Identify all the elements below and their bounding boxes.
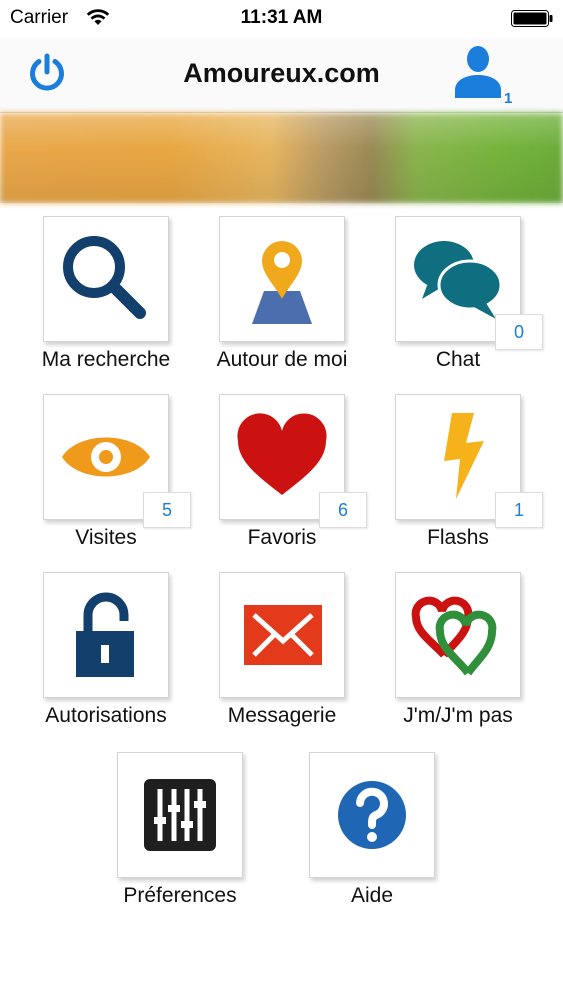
tile-box[interactable] bbox=[219, 572, 345, 698]
tile-label: Chat bbox=[435, 348, 481, 371]
tile-label: Préferences bbox=[123, 884, 237, 907]
tile-box[interactable] bbox=[309, 752, 435, 878]
tile-label: Flashs bbox=[427, 526, 489, 549]
lightning-icon bbox=[444, 413, 484, 499]
battery-icon bbox=[511, 10, 553, 27]
status-bar: Carrier 11:31 AM bbox=[0, 0, 563, 38]
tile-box[interactable] bbox=[117, 752, 243, 878]
favoris-count-badge: 6 bbox=[319, 492, 367, 528]
sliders-icon bbox=[144, 779, 216, 851]
chat-count-badge: 0 bbox=[495, 314, 543, 350]
chat-bubbles-icon bbox=[414, 241, 503, 319]
tile-box[interactable] bbox=[395, 572, 521, 698]
help-icon bbox=[338, 781, 406, 849]
tile-label: J'm/J'm pas bbox=[403, 704, 513, 727]
visites-count-badge: 5 bbox=[143, 492, 191, 528]
search-icon bbox=[63, 236, 146, 319]
profile-badge: 1 bbox=[504, 90, 513, 107]
profile-icon[interactable] bbox=[452, 42, 502, 98]
map-pin-icon bbox=[252, 241, 312, 324]
tile-box[interactable] bbox=[43, 216, 169, 342]
padlock-icon bbox=[76, 592, 134, 677]
tile-box[interactable] bbox=[43, 572, 169, 698]
eye-icon bbox=[62, 437, 150, 477]
tile-label: Aide bbox=[350, 884, 394, 907]
banner-overlay bbox=[0, 113, 563, 203]
double-heart-icon bbox=[411, 596, 497, 676]
nav-bar: Amoureux.com 1 bbox=[0, 38, 563, 113]
flashs-count-badge: 1 bbox=[495, 492, 543, 528]
heart-icon bbox=[237, 413, 327, 495]
tile-box[interactable] bbox=[219, 216, 345, 342]
envelope-icon bbox=[244, 605, 322, 665]
clock: 11:31 AM bbox=[240, 7, 323, 28]
